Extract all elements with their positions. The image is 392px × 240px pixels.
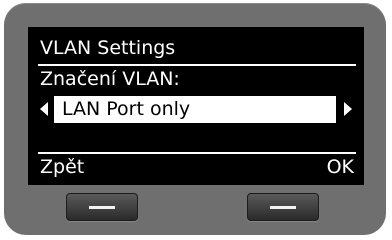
right-hardware-button[interactable] <box>247 193 319 221</box>
previous-option-arrow-icon[interactable] <box>40 102 48 116</box>
ok-softkey-label[interactable]: OK <box>327 155 354 179</box>
back-softkey-label[interactable]: Zpět <box>40 155 84 179</box>
minus-bar-icon <box>270 206 296 209</box>
next-option-arrow-icon[interactable] <box>344 102 352 116</box>
minus-bar-icon <box>89 206 115 209</box>
screen-title: VLAN Settings <box>40 37 176 59</box>
vlan-tagging-label: Značení VLAN: <box>40 68 180 90</box>
phone-bezel: VLAN Settings Značení VLAN: LAN Port onl… <box>4 3 386 235</box>
title-divider <box>38 64 356 66</box>
display-screen: VLAN Settings Značení VLAN: LAN Port onl… <box>28 27 364 185</box>
vlan-tagging-selector[interactable]: LAN Port only <box>54 96 336 123</box>
softkey-divider <box>38 152 356 154</box>
left-hardware-button[interactable] <box>66 193 138 221</box>
